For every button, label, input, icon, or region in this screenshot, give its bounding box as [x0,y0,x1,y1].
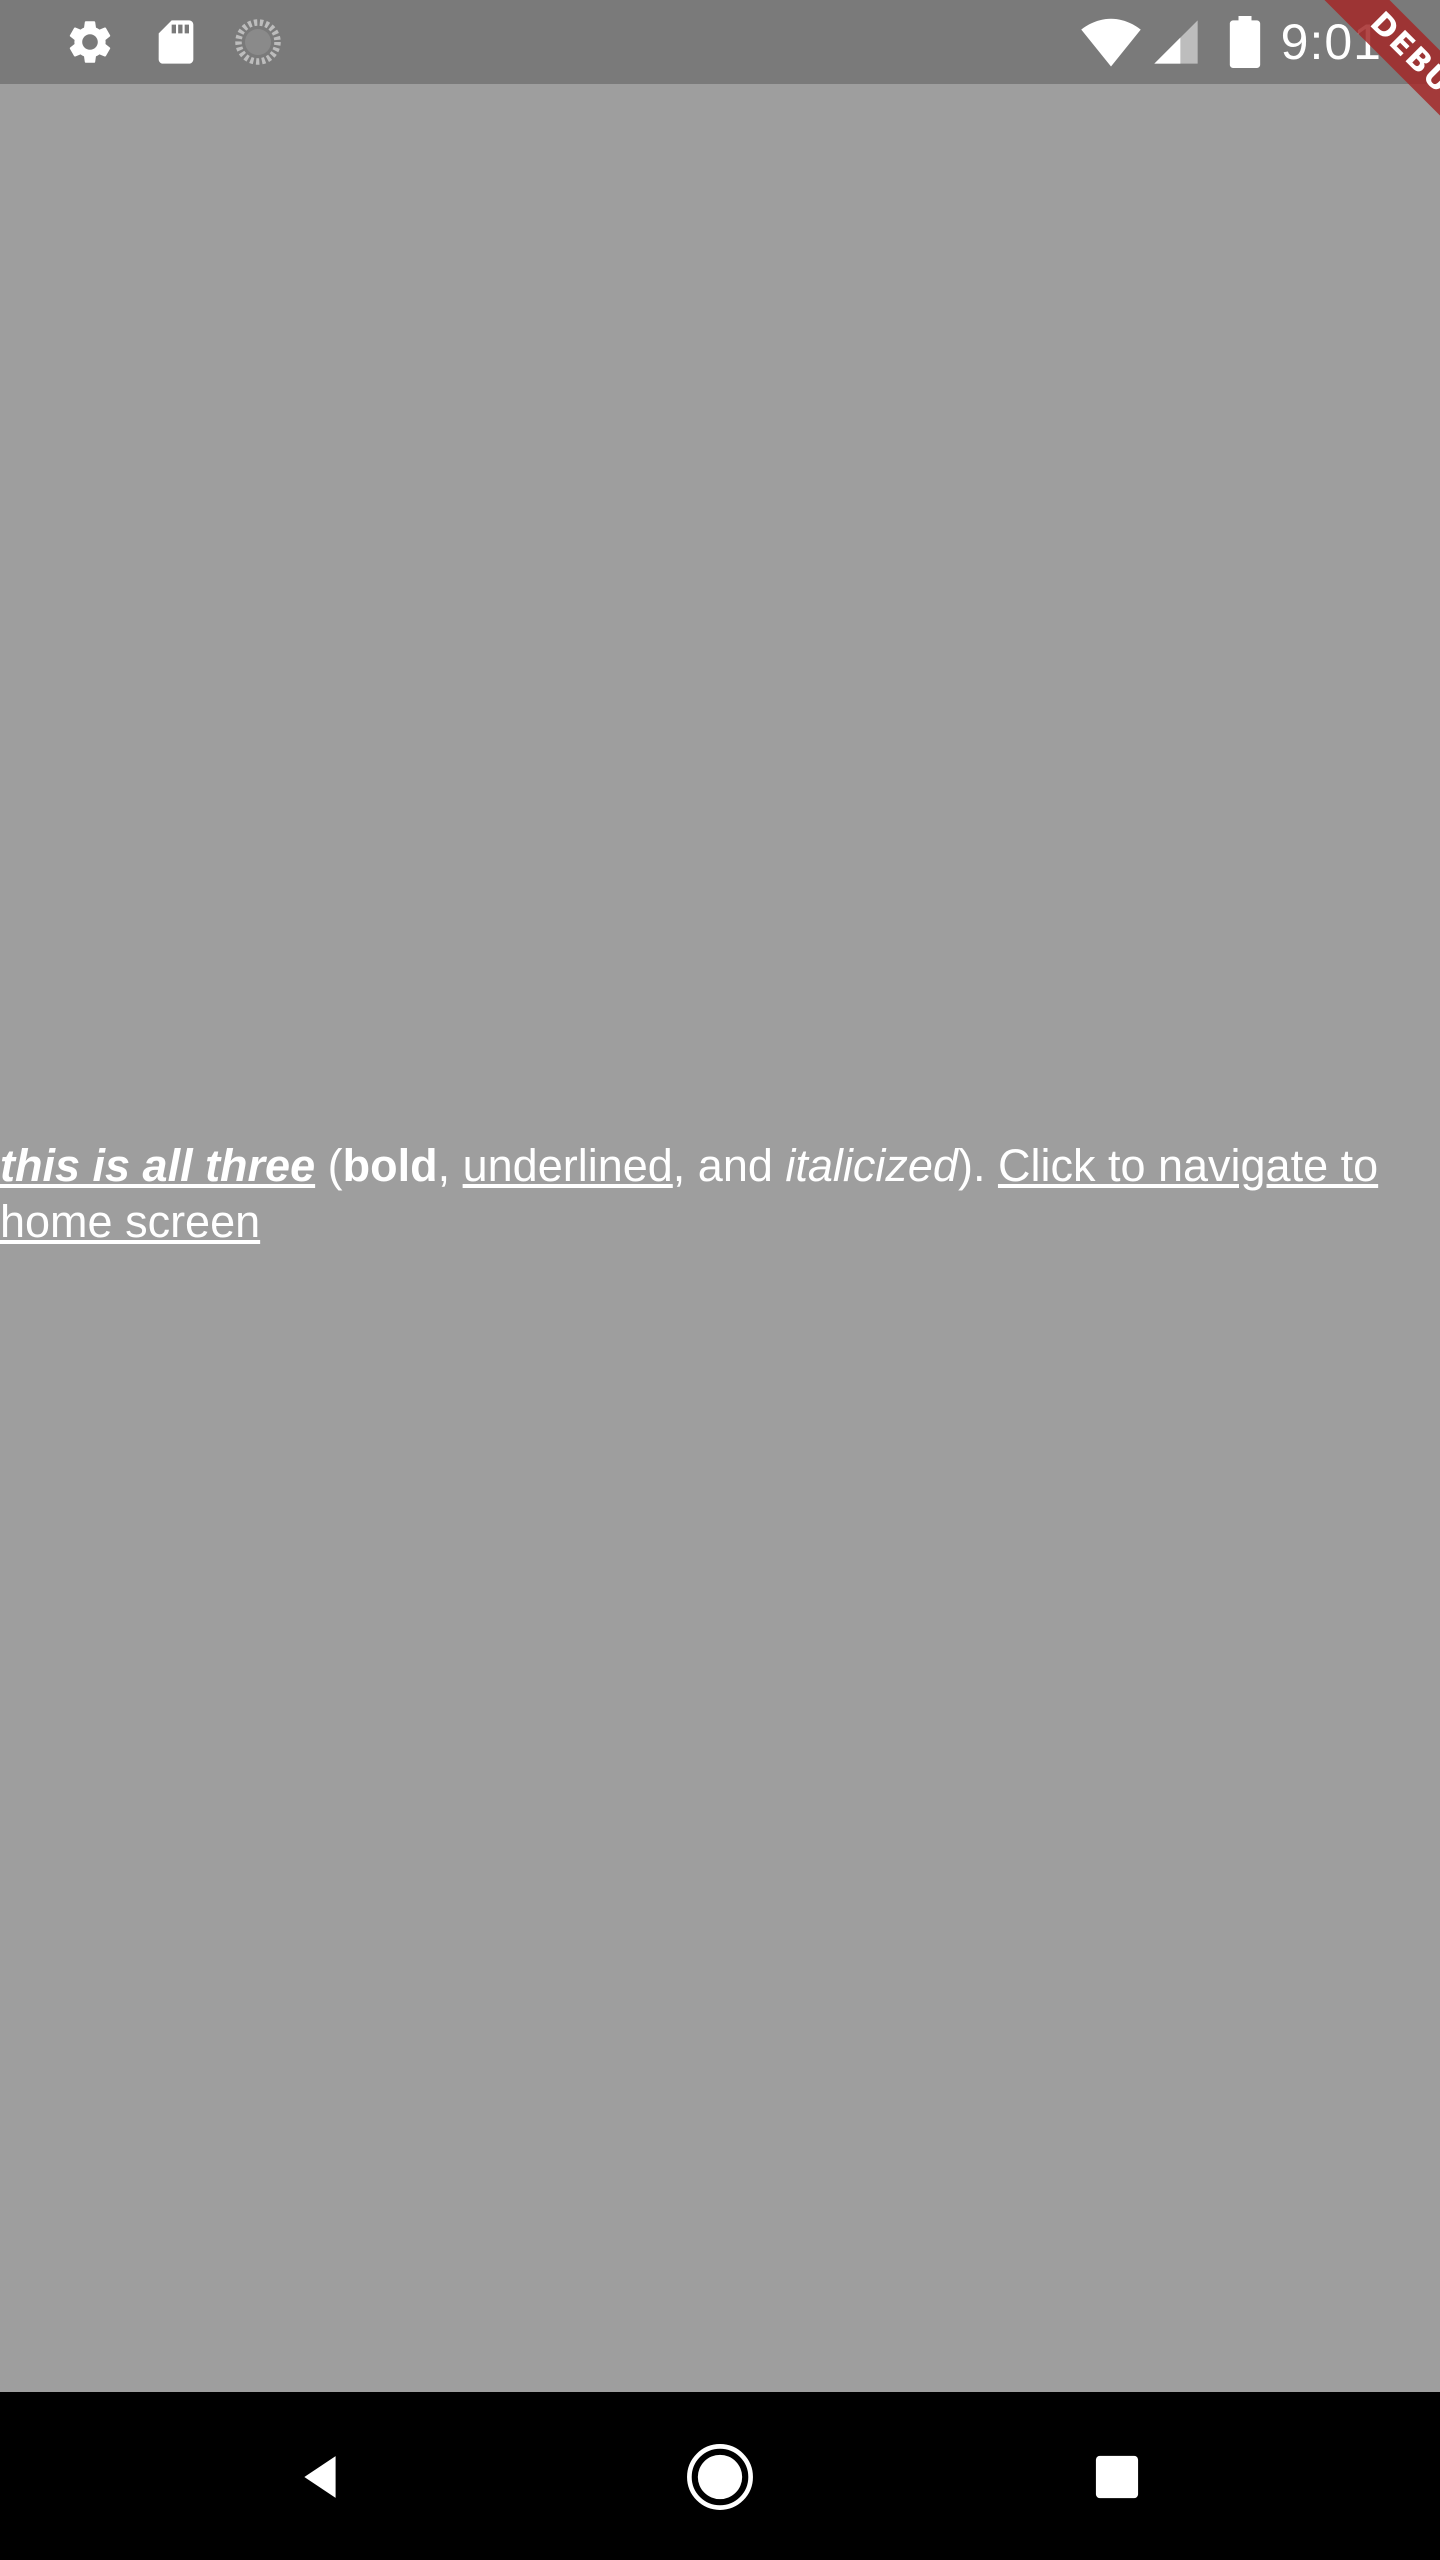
status-bar: 9:01 [0,0,1440,84]
sd-card-icon [150,16,202,68]
battery-icon [1228,16,1262,68]
back-icon[interactable] [276,2432,366,2522]
underlined-text: underlined [462,1140,673,1191]
app-screen: 9:01 DEBUG this is all three (bold, unde… [0,0,1440,2560]
open-paren-text: ( [315,1140,343,1191]
settings-icon [64,16,116,68]
rich-text-paragraph: this is all three (bold, underlined, and… [0,1138,1420,1250]
status-time: 9:01 [1280,14,1382,70]
comma-text: , [437,1140,463,1191]
wifi-icon [1080,16,1142,68]
navigation-bar [0,2392,1440,2560]
bold-text: bold [342,1140,438,1191]
home-icon[interactable] [675,2432,765,2522]
recents-icon[interactable] [1072,2432,1162,2522]
cellular-signal-icon [1150,16,1202,68]
and-text: , and [672,1140,786,1191]
all-three-text: this is all three [0,1140,316,1191]
close-paren-text: ). [957,1140,998,1191]
italicized-text: italicized [785,1140,958,1191]
loading-spinner-icon [232,16,284,68]
